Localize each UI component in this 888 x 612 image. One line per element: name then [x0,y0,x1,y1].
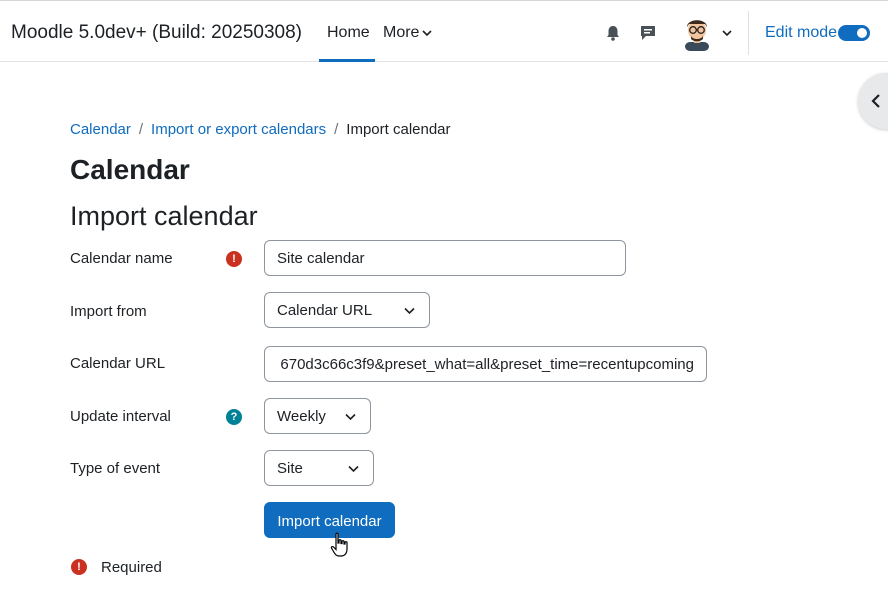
avatar [685,20,709,51]
nav-home-label: Home [327,24,370,41]
update-interval-value: Weekly [277,408,326,425]
help-icon[interactable]: ? [226,409,242,425]
calendar-name-value: Site calendar [277,250,365,267]
user-menu[interactable] [680,15,732,51]
breadcrumb-separator: / [334,121,339,138]
toggle-knob [857,28,867,38]
breadcrumb-link-import-export[interactable]: Import or export calendars [151,121,326,138]
required-icon: ! [71,559,87,575]
import-from-select[interactable]: Calendar URL [264,292,430,328]
nav-more-label: More [383,24,420,41]
page-title: Calendar [70,154,190,185]
message-icon [641,26,655,40]
navbar-divider [748,11,749,55]
chevron-left-icon [871,94,880,108]
notifications-button[interactable] [604,24,622,42]
breadcrumb-current: Import calendar [346,121,451,138]
event-type-select[interactable]: Site [264,450,374,486]
update-interval-select[interactable]: Weekly [264,398,371,434]
calendar-url-label: Calendar URL [70,355,166,372]
calendar-name-label: Calendar name [70,250,173,267]
edit-mode-label[interactable]: Edit mode [765,24,837,42]
required-icon: ! [226,251,242,267]
event-type-label: Type of event [70,460,161,477]
section-title: Import calendar [70,201,258,231]
edit-mode-toggle[interactable] [838,25,870,41]
nav-home[interactable]: Home [319,1,375,62]
site-name[interactable]: Moodle 5.0dev+ (Build: 20250308) [11,22,302,44]
calendar-name-input[interactable]: Site calendar [264,240,626,276]
open-block-drawer-button[interactable] [858,73,888,129]
required-legend: Required [101,559,162,576]
event-type-value: Site [277,460,303,477]
hand-cursor-icon [330,532,348,557]
bell-icon [607,26,619,41]
update-interval-label: Update interval [70,408,171,425]
chevron-down-icon [348,465,359,473]
import-calendar-button-label: Import calendar [277,513,382,530]
chevron-down-icon [345,413,356,421]
import-from-value: Calendar URL [277,302,373,319]
breadcrumb-separator: / [138,121,144,138]
active-nav-indicator [319,59,375,62]
top-navbar: Moodle 5.0dev+ (Build: 20250308) Home Mo… [0,0,888,62]
messages-button[interactable] [639,24,657,42]
breadcrumb: Calendar / Import or export calendars / Impo… [70,121,451,138]
breadcrumb-link-calendar[interactable]: Calendar [70,121,131,138]
calendar-url-input[interactable]: 670d3c66c3f9&preset_what=all&preset_time… [264,346,707,382]
chevron-down-icon [422,30,433,36]
chevron-down-icon [722,30,732,37]
chevron-down-icon [404,307,415,315]
calendar-url-value: 670d3c66c3f9&preset_what=all&preset_time… [280,356,694,373]
import-from-label: Import from [70,303,147,320]
nav-more-menu[interactable]: More [383,24,433,42]
